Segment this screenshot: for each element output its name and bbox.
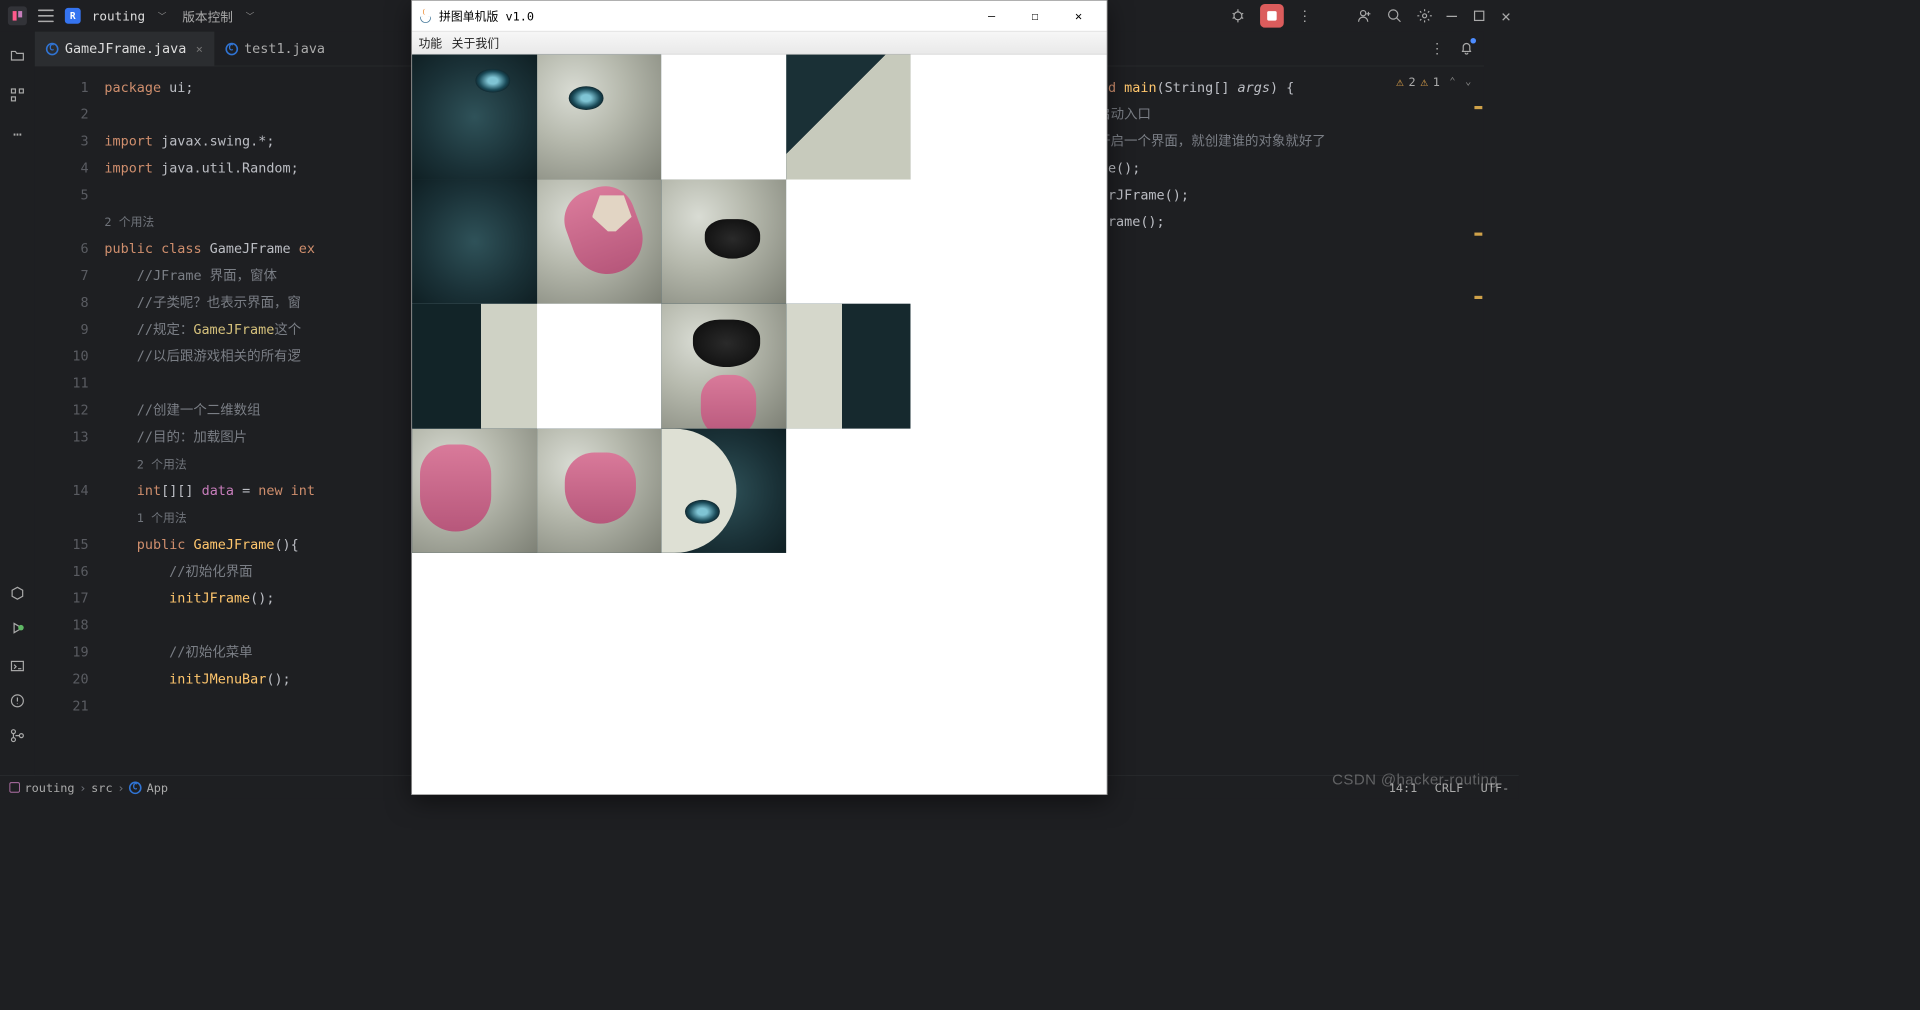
git-icon[interactable] <box>9 728 25 744</box>
puzzle-tile[interactable] <box>537 428 662 553</box>
more-horiz-icon[interactable]: ⋯ <box>13 127 22 144</box>
class-icon <box>225 42 238 55</box>
hamburger-icon[interactable] <box>38 9 54 22</box>
add-user-icon[interactable] <box>1356 8 1372 24</box>
structure-icon[interactable] <box>9 87 25 103</box>
chevron-down-icon[interactable]: ﹀ <box>158 9 167 22</box>
crumb-src[interactable]: src <box>91 780 112 794</box>
puzzle-empty[interactable] <box>786 179 911 304</box>
watermark: CSDN @hacker-routing <box>1332 772 1498 789</box>
folder-icon[interactable] <box>9 47 25 63</box>
crumb-app[interactable]: App <box>147 780 168 794</box>
hexagon-icon[interactable] <box>9 585 25 601</box>
puzzle-tile[interactable] <box>412 304 537 429</box>
vcs-menu[interactable]: 版本控制 <box>182 6 233 25</box>
puzzle-tile[interactable] <box>661 428 786 553</box>
notifications-icon[interactable] <box>1459 39 1475 58</box>
right-editor-code[interactable]: void main(String[] args) { 的启动入口 要开启一个界面… <box>1084 74 1472 235</box>
puzzle-tile[interactable] <box>412 179 537 304</box>
menu-function[interactable]: 功能 <box>418 34 442 51</box>
class-icon <box>129 781 142 794</box>
run-icon[interactable] <box>9 620 25 639</box>
error-stripe[interactable] <box>1471 74 1482 311</box>
close-tab-icon[interactable]: × <box>196 42 203 56</box>
bug-icon[interactable] <box>1230 8 1246 24</box>
minimize-icon[interactable]: — <box>1447 6 1457 26</box>
maximize-icon[interactable] <box>1471 8 1487 24</box>
more-vert-icon[interactable]: ⋮ <box>1430 40 1444 57</box>
search-icon[interactable] <box>1386 8 1402 24</box>
java-swing-window[interactable]: 拼图单机版 v1.0 — ☐ ✕ 功能 关于我们 <box>411 0 1107 795</box>
stop-button[interactable] <box>1260 4 1284 28</box>
project-icon[interactable]: R <box>65 8 81 24</box>
class-icon <box>46 42 59 55</box>
more-vert-icon[interactable]: ⋮ <box>1298 8 1312 25</box>
window-titlebar[interactable]: 拼图单机版 v1.0 — ☐ ✕ <box>412 1 1106 31</box>
menu-about[interactable]: 关于我们 <box>452 34 499 51</box>
project-name[interactable]: routing <box>92 8 145 23</box>
puzzle-empty[interactable] <box>786 428 911 553</box>
problems-icon[interactable] <box>9 693 25 709</box>
close-icon[interactable]: ✕ <box>1057 1 1101 31</box>
tab-gamejframe[interactable]: GameJFrame.java × <box>35 31 214 66</box>
menubar: 功能 关于我们 <box>412 31 1106 55</box>
puzzle-tile[interactable] <box>412 428 537 553</box>
tab-test1[interactable]: test1.java <box>214 31 336 66</box>
puzzle-tile[interactable] <box>537 55 662 180</box>
gutter: 123456789101112131415161718192021 <box>35 66 105 775</box>
module-icon <box>9 782 19 792</box>
puzzle-grid[interactable] <box>412 55 910 553</box>
puzzle-tile[interactable] <box>661 179 786 304</box>
tab-label: GameJFrame.java <box>65 41 186 57</box>
tab-label: test1.java <box>244 41 325 57</box>
ide-logo <box>8 6 27 25</box>
window-title: 拼图单机版 v1.0 <box>439 8 534 25</box>
close-icon[interactable]: ✕ <box>1501 6 1511 25</box>
puzzle-tile[interactable] <box>786 304 911 429</box>
puzzle-tile[interactable] <box>412 55 537 180</box>
puzzle-empty[interactable] <box>661 55 786 180</box>
puzzle-tile[interactable] <box>786 55 911 180</box>
chevron-down-icon[interactable]: ﹀ <box>246 9 255 22</box>
puzzle-empty[interactable] <box>537 304 662 429</box>
crumb-root[interactable]: routing <box>25 780 75 794</box>
java-icon <box>418 9 432 23</box>
minimize-icon[interactable]: — <box>970 1 1014 31</box>
terminal-icon[interactable] <box>9 658 25 674</box>
left-toolwindow-bar: ⋯ <box>0 32 35 791</box>
maximize-icon[interactable]: ☐ <box>1013 1 1057 31</box>
puzzle-tile[interactable] <box>537 179 662 304</box>
window-content <box>412 55 1106 795</box>
puzzle-tile[interactable] <box>661 304 786 429</box>
gear-icon[interactable] <box>1416 8 1432 24</box>
